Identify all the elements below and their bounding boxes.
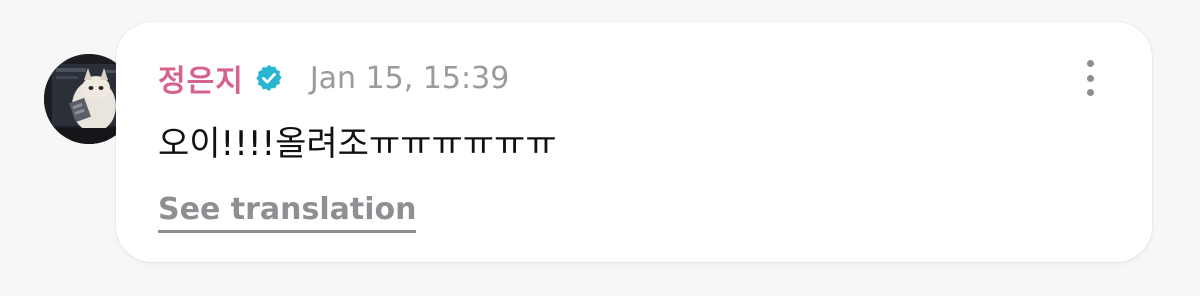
comment-card: 정은지 Jan 15, 15:39 오이!!!!올려조ㅠㅠㅠㅠㅠㅠ See tr… — [116, 22, 1152, 262]
more-dot — [1086, 74, 1094, 82]
more-dot — [1086, 89, 1094, 96]
verified-badge-icon — [254, 63, 284, 93]
comment-stage: 정은지 Jan 15, 15:39 오이!!!!올려조ㅠㅠㅠㅠㅠㅠ See tr… — [0, 0, 1200, 296]
author-name[interactable]: 정은지 — [158, 56, 244, 100]
more-vertical-icon[interactable] — [1080, 60, 1100, 96]
comment-text: 오이!!!!올려조ㅠㅠㅠㅠㅠㅠ — [158, 124, 557, 164]
more-dot — [1086, 60, 1094, 67]
see-translation-link[interactable]: See translation — [158, 192, 417, 233]
comment-header: 정은지 Jan 15, 15:39 — [158, 56, 510, 100]
comment-timestamp: Jan 15, 15:39 — [309, 60, 510, 96]
